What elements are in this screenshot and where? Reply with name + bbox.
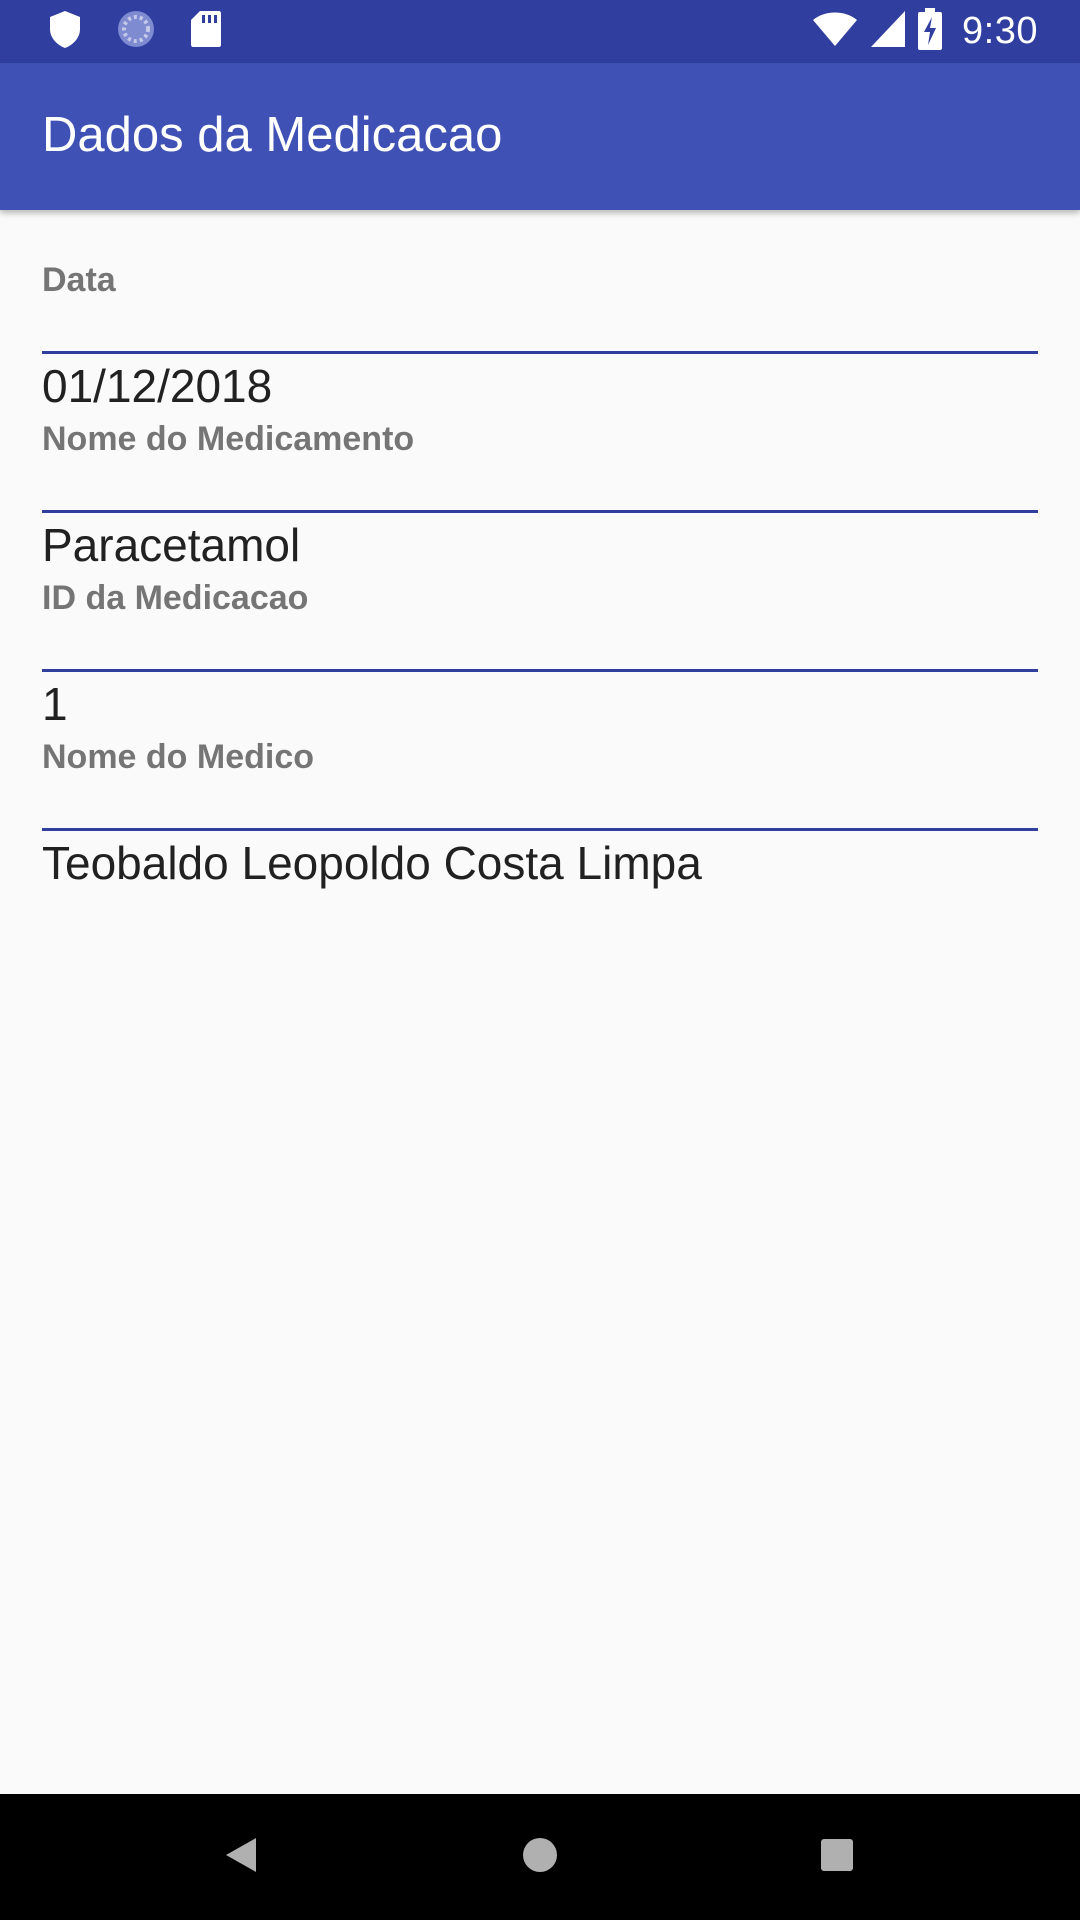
back-button[interactable]: [211, 1827, 271, 1887]
field-underline: [42, 351, 1038, 354]
back-icon: [224, 1836, 258, 1879]
medication-id-field[interactable]: 1: [42, 676, 68, 732]
app-bar: Dados da Medicacao: [0, 63, 1080, 210]
wifi-icon: [812, 10, 858, 53]
sd-card-icon: [190, 10, 222, 53]
sync-icon: [116, 9, 156, 54]
status-bar: 9:30: [0, 0, 1080, 63]
home-button[interactable]: [510, 1827, 570, 1887]
recents-icon: [820, 1838, 854, 1877]
recents-button[interactable]: [807, 1827, 867, 1887]
field-label: Data: [42, 261, 116, 299]
screen: 9:30 Dados da Medicacao Data 01/12/2018 …: [0, 0, 1080, 1920]
field-label: ID da Medicacao: [42, 579, 309, 617]
field-label: Nome do Medicamento: [42, 420, 415, 458]
battery-charging-icon: [918, 7, 943, 55]
field-underline: [42, 510, 1038, 513]
doctor-name-field[interactable]: Teobaldo Leopoldo Costa Limpa: [42, 835, 702, 891]
status-right-icons: 9:30: [812, 7, 1038, 55]
home-icon: [522, 1837, 558, 1878]
date-field[interactable]: 01/12/2018: [42, 358, 272, 414]
status-left-icons: [48, 10, 222, 52]
navigation-bar: [0, 1794, 1080, 1920]
page-title: Dados da Medicacao: [42, 108, 503, 162]
field-label: Nome do Medico: [42, 738, 315, 776]
shield-icon: [48, 9, 82, 54]
signal-icon: [870, 10, 906, 53]
status-time: 9:30: [962, 9, 1038, 52]
medication-name-field[interactable]: Paracetamol: [42, 517, 300, 573]
field-underline: [42, 828, 1038, 831]
field-underline: [42, 669, 1038, 672]
